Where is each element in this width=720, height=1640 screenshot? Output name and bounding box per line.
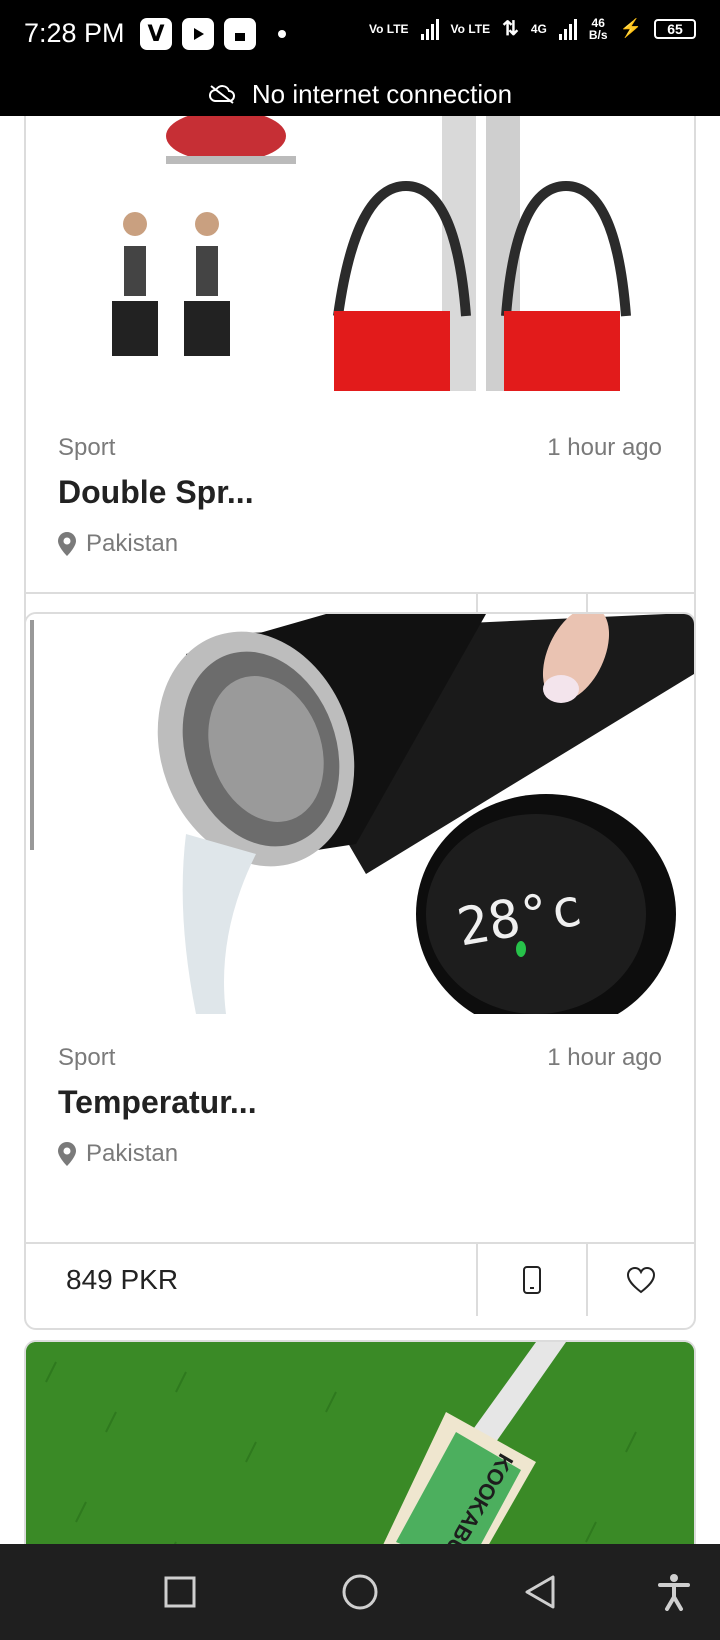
call-button[interactable]	[478, 1244, 586, 1316]
cloud-off-icon	[208, 85, 235, 104]
listing-image-bottle[interactable]: 28°c	[26, 614, 694, 1034]
listing-location: Pakistan	[58, 530, 178, 558]
accessibility-button[interactable]	[650, 1568, 698, 1616]
status-bar: 7:28 PM V Vo LTE Vo LTE ⇅ 4G 46 B/s ⚡ 65	[0, 0, 720, 72]
battery-indicator: 65	[654, 18, 696, 39]
listing-footer: 849 PKR	[26, 1242, 694, 1316]
heart-icon	[626, 1266, 656, 1294]
data-arrows-icon: ⇅	[502, 18, 519, 40]
network-label-1: Vo LTE	[368, 21, 409, 36]
square-icon	[164, 1576, 196, 1608]
sim-icon	[224, 18, 256, 50]
no-internet-banner: No internet connection	[0, 72, 720, 116]
phone-icon	[523, 1266, 541, 1294]
listing-image-cricket-bat[interactable]: KOOKABURRA	[26, 1342, 694, 1544]
recents-button[interactable]	[156, 1568, 204, 1616]
youtube-icon	[182, 18, 214, 50]
listing-image-exerciser[interactable]	[26, 116, 694, 406]
listing-feed[interactable]: Sport 1 hour ago Double Spr... Pakistan …	[0, 116, 720, 1544]
status-app-icons: V	[140, 18, 286, 50]
signal-bars-2-icon	[558, 18, 577, 40]
listing-title[interactable]: Temperatur...	[58, 1084, 257, 1121]
location-text: Pakistan	[86, 530, 179, 557]
status-indicators: Vo LTE Vo LTE ⇅ 4G 46 B/s ⚡ 65	[369, 16, 696, 41]
location-pin-icon	[58, 532, 76, 556]
signal-bars-1-icon	[420, 18, 439, 40]
system-nav-bar	[0, 1544, 720, 1640]
listing-location: Pakistan	[58, 1140, 178, 1168]
listing-time: 1 hour ago	[547, 1044, 662, 1071]
listing-card[interactable]: 28°c Sport 1 hour ago Temperatur... Paki…	[24, 612, 696, 1330]
notification-dot	[278, 30, 286, 38]
charging-icon: ⚡	[619, 18, 642, 38]
listing-title[interactable]: Double Spr...	[58, 474, 254, 511]
status-time: 7:28 PM	[24, 18, 125, 48]
triangle-back-icon	[525, 1575, 555, 1609]
favorite-button[interactable]	[586, 1244, 694, 1316]
location-pin-icon	[58, 1142, 76, 1166]
location-text: Pakistan	[86, 1140, 179, 1167]
listing-card[interactable]: KOOKABURRA	[24, 1340, 696, 1544]
listing-time: 1 hour ago	[547, 434, 662, 461]
listing-category: Sport	[58, 1044, 116, 1071]
listing-card[interactable]: Sport 1 hour ago Double Spr... Pakistan …	[24, 116, 696, 680]
back-button[interactable]	[516, 1568, 564, 1616]
network-label-2: Vo LTE	[450, 21, 491, 36]
data-speed: 46 B/s	[588, 15, 608, 42]
listing-category: Sport	[58, 434, 116, 461]
banner-text: No internet connection	[251, 78, 513, 109]
accessibility-icon	[658, 1574, 690, 1611]
v-app-icon: V	[140, 18, 172, 50]
network-label-3: 4G	[530, 21, 547, 36]
home-button[interactable]	[336, 1568, 384, 1616]
circle-icon	[342, 1574, 378, 1610]
listing-price: 849 PKR	[26, 1244, 478, 1316]
